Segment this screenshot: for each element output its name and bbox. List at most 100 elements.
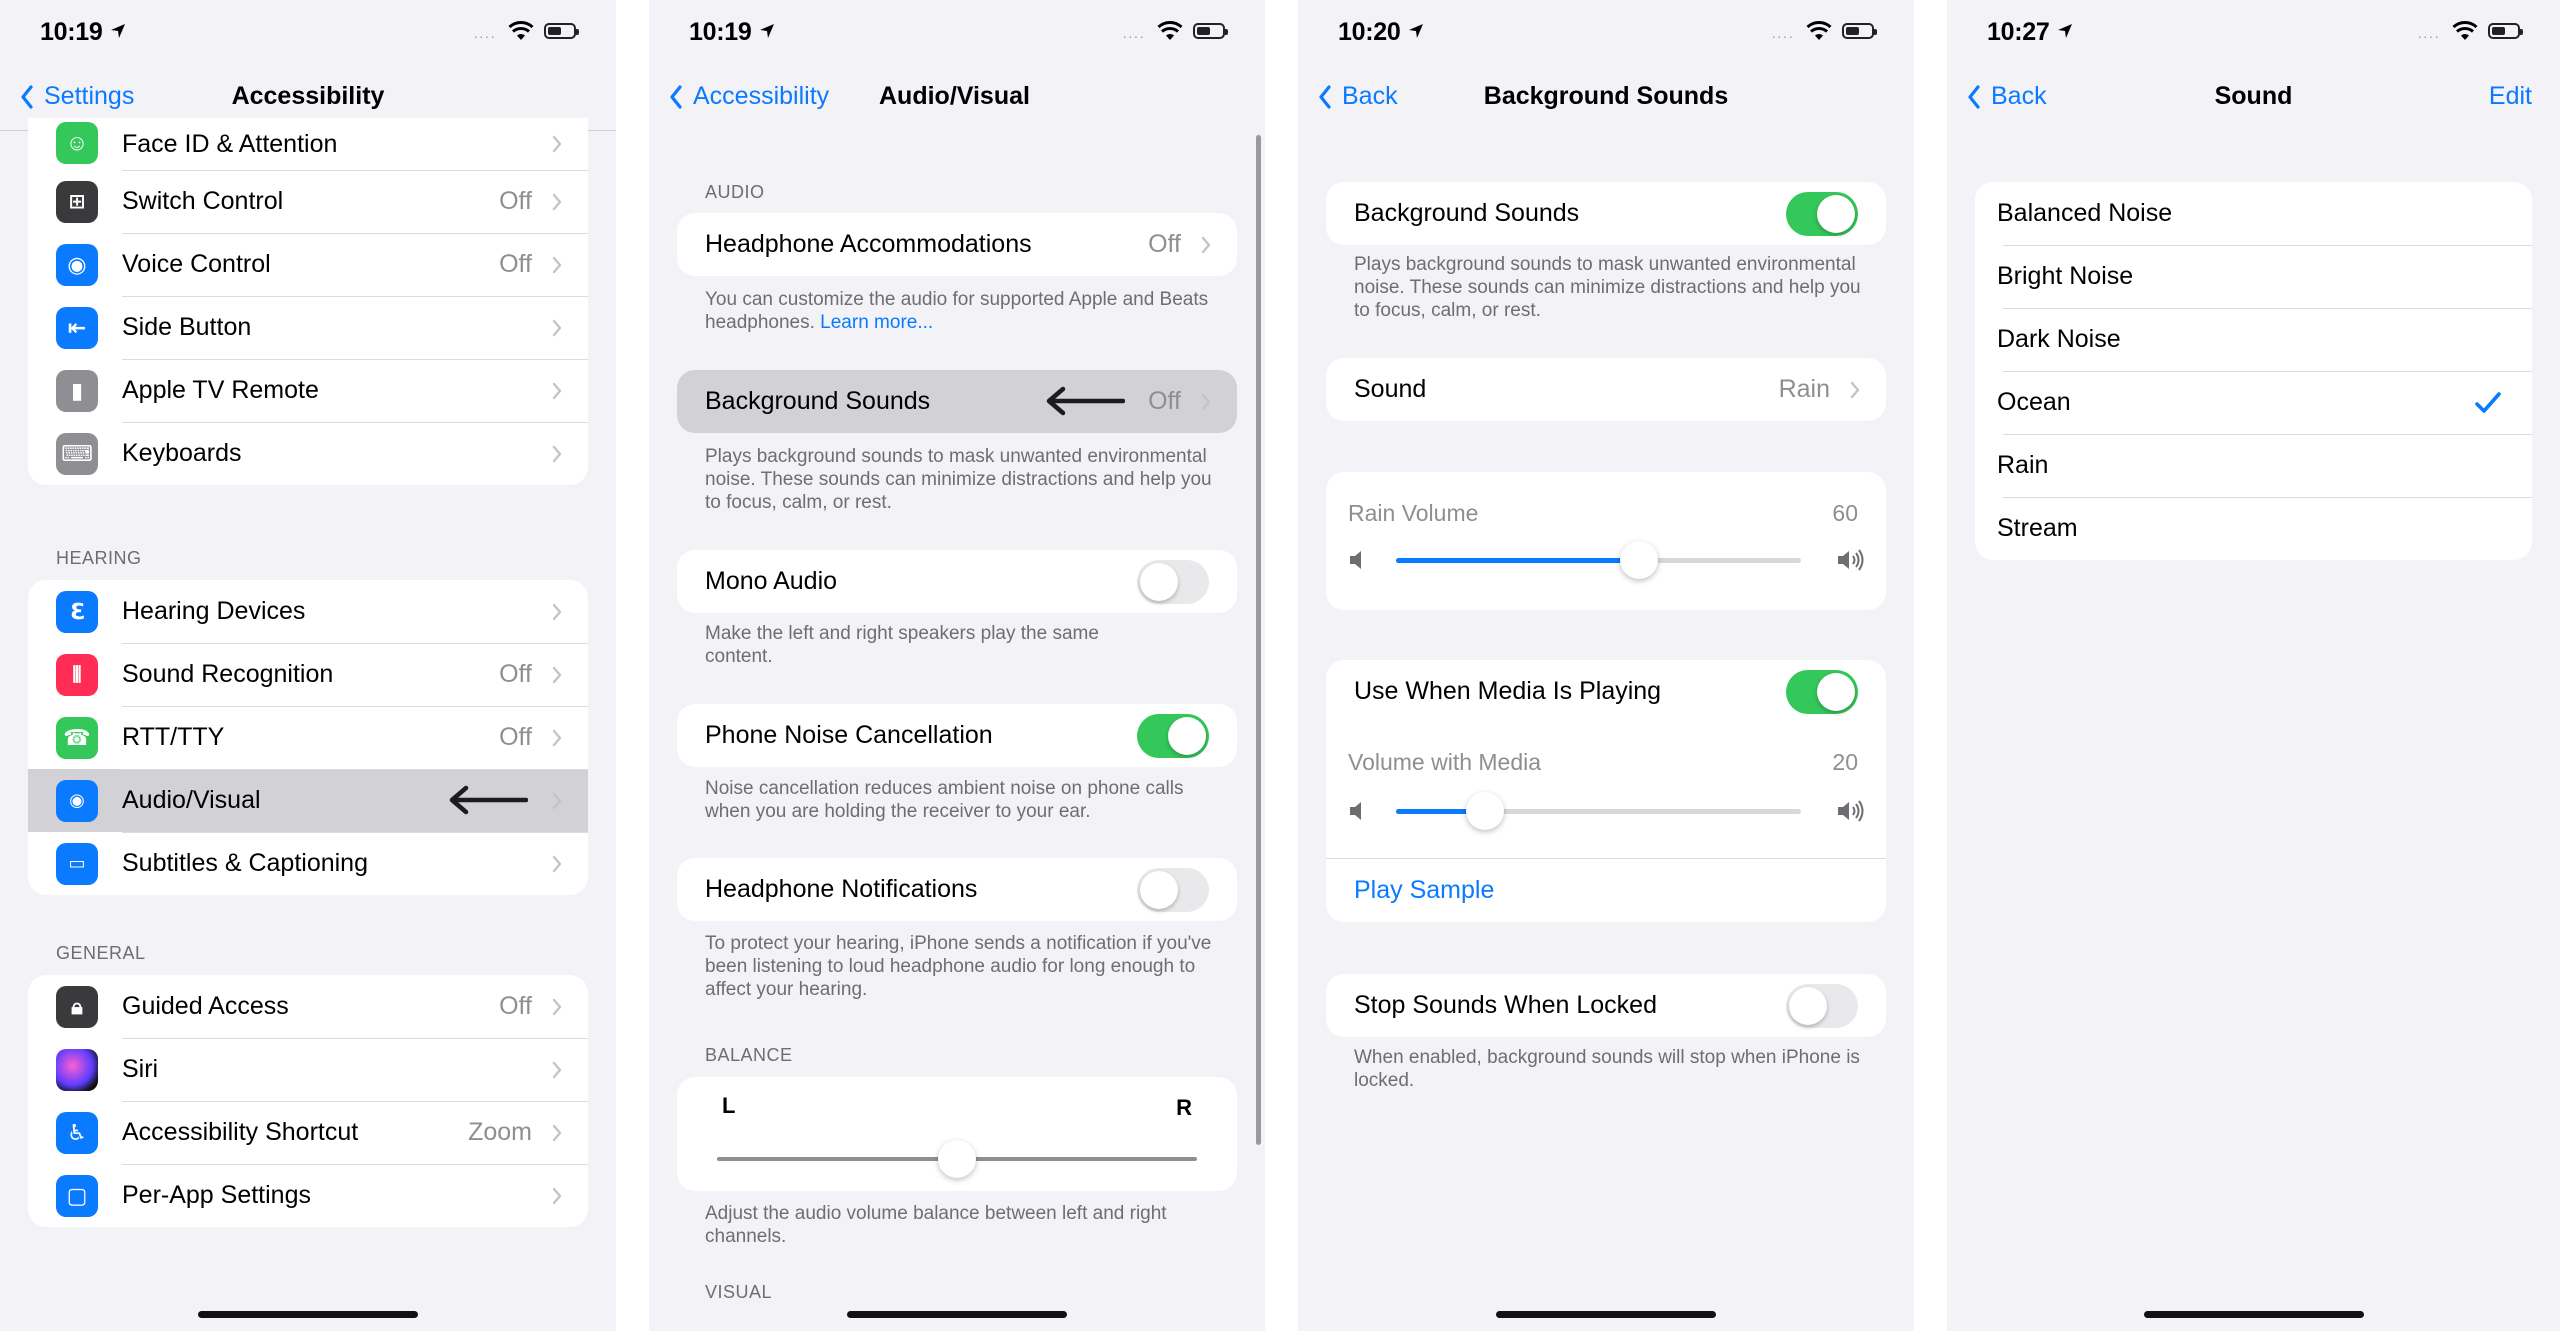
sound-options-list: Balanced Noise Bright Noise Dark Noise O… [1975,182,2532,560]
rtt-tty-icon: ☎ [56,716,98,759]
use-when-media-toggle[interactable] [1786,669,1858,714]
home-indicator[interactable] [198,1311,418,1318]
wifi-icon [508,20,534,42]
back-button[interactable]: Back [1318,82,1398,111]
row-value: Rain [1778,375,1830,403]
media-volume-slider-knob[interactable] [1466,792,1505,830]
row-accessibility-shortcut[interactable]: ♿︎ Accessibility Shortcut Zoom [28,1101,588,1164]
navigation-bar: Settings Accessibility [0,78,616,122]
section-header-hearing: HEARING [56,548,142,568]
home-indicator[interactable] [2143,1311,2364,1318]
chevron-left-icon [1967,85,1981,109]
row-siri[interactable]: Siri [28,1038,588,1101]
headphone-notifications-toggle[interactable] [1137,867,1209,912]
noise-cancellation-toggle[interactable] [1137,713,1209,758]
row-label: Per-App Settings [122,1181,311,1209]
chevron-right-icon [552,855,562,873]
wifi-icon [1806,20,1832,42]
row-face-id[interactable]: ☺ Face ID & Attention [28,118,588,170]
siri-icon [56,1048,98,1091]
group-sound: Sound Rain [1326,358,1886,421]
row-label: Switch Control [122,187,284,215]
row-switch-control[interactable]: ⊞ Switch Control Off [28,170,588,233]
row-apple-tv-remote[interactable]: ▮ Apple TV Remote [28,359,588,422]
row-sound-recognition[interactable]: ⦀ Sound Recognition Off [28,643,588,706]
row-headphone-accommodations[interactable]: Headphone Accommodations Off [677,213,1237,276]
row-label: Headphone Notifications [705,875,978,903]
group-top: ☺ Face ID & Attention ⊞ Switch Control O… [28,118,588,485]
back-button[interactable]: Back [1967,82,2047,111]
option-dark-noise[interactable]: Dark Noise [1975,308,2532,371]
row-keyboards[interactable]: ⌨ Keyboards [28,422,588,485]
row-side-button[interactable]: ⇤ Side Button [28,296,588,359]
edit-button[interactable]: Edit [2489,82,2532,111]
chevron-right-icon [552,1061,562,1079]
rain-volume-fill [1396,558,1639,563]
keyboard-icon: ⌨ [56,432,98,475]
audio-visual-icon: ◉ [56,779,98,822]
play-sample-button[interactable]: Play Sample [1354,876,1494,905]
row-rtt-tty[interactable]: ☎ RTT/TTY Off [28,706,588,769]
bg-sounds-note: Plays background sounds to mask unwanted… [705,446,1212,513]
row-mono-audio: Mono Audio [677,550,1237,613]
section-header-audio: AUDIO [705,182,765,202]
page-title: Audio/Visual [879,82,1030,110]
row-per-app-settings[interactable]: ▢ Per-App Settings [28,1164,588,1227]
chevron-right-icon [552,1124,562,1142]
option-bright-noise[interactable]: Bright Noise [1975,245,2532,308]
headphone-acc-note: You can customize the audio for supporte… [705,289,1209,333]
rain-volume-value: 60 [1832,500,1858,526]
group-balance: L R [677,1077,1237,1191]
stop-when-locked-toggle[interactable] [1786,983,1858,1028]
row-divider [1326,858,1886,859]
background-sounds-toggle[interactable] [1786,191,1858,236]
row-voice-control[interactable]: ◉ Voice Control Off [28,233,588,296]
row-label: Face ID & Attention [122,129,338,158]
rain-volume-slider-knob[interactable] [1620,541,1658,579]
scrollbar[interactable] [1256,135,1261,1145]
face-id-icon: ☺ [56,122,98,164]
rain-volume-label: Rain Volume [1348,500,1479,526]
apple-tv-remote-icon: ▮ [56,369,98,412]
chevron-left-icon [1318,85,1332,109]
navigation-bar: Back Sound Edit [1947,78,2560,122]
balance-slider-knob[interactable] [938,1140,976,1178]
row-guided-access[interactable]: 🔒︎ Guided Access Off [28,975,588,1038]
sound-recognition-icon: ⦀ [56,653,98,696]
option-balanced-noise[interactable]: Balanced Noise [1975,182,2532,245]
learn-more-link[interactable]: Learn more... [820,312,933,333]
row-audio-visual[interactable]: ◉ Audio/Visual [28,769,588,832]
chevron-left-icon [669,85,683,109]
home-indicator[interactable] [847,1311,1067,1318]
phone-audio-visual: 10:19 ···· Accessibility Audio/Visual AU… [649,0,1265,1331]
mono-audio-toggle[interactable] [1137,559,1209,604]
volume-low-icon [1348,798,1378,824]
option-label: Bright Noise [1997,262,2134,290]
row-label: Subtitles & Captioning [122,849,368,877]
option-stream[interactable]: Stream [1975,497,2532,560]
row-subtitles[interactable]: ▭ Subtitles & Captioning [28,832,588,895]
row-value: Off [499,992,532,1020]
row-background-sounds[interactable]: Background Sounds Off [677,370,1237,433]
phone-sound: 10:27 ···· Back Sound Edit Balanced Nois… [1947,0,2560,1331]
option-ocean[interactable]: Ocean [1975,371,2532,434]
row-hearing-devices[interactable]: ℇ Hearing Devices [28,580,588,643]
group-stop: Stop Sounds When Locked [1326,974,1886,1037]
home-indicator[interactable] [1496,1311,1716,1318]
back-button[interactable]: Settings [20,82,134,111]
stop-note: When enabled, background sounds will sto… [1354,1047,1860,1091]
section-header-general: GENERAL [56,943,146,963]
row-label: Apple TV Remote [122,376,319,404]
accessibility-icon: ♿︎ [56,1111,98,1154]
chevron-right-icon [552,792,562,810]
chevron-right-icon [1201,393,1211,411]
option-label: Stream [1997,514,2078,542]
status-time: 10:19 [689,18,775,47]
row-sound[interactable]: Sound Rain [1326,358,1886,421]
option-rain[interactable]: Rain [1975,434,2532,497]
location-icon [2057,23,2073,39]
chevron-right-icon [1850,381,1860,399]
media-volume-label: Volume with Media [1348,749,1542,775]
back-button[interactable]: Accessibility [669,82,829,111]
row-label: Audio/Visual [122,786,261,814]
